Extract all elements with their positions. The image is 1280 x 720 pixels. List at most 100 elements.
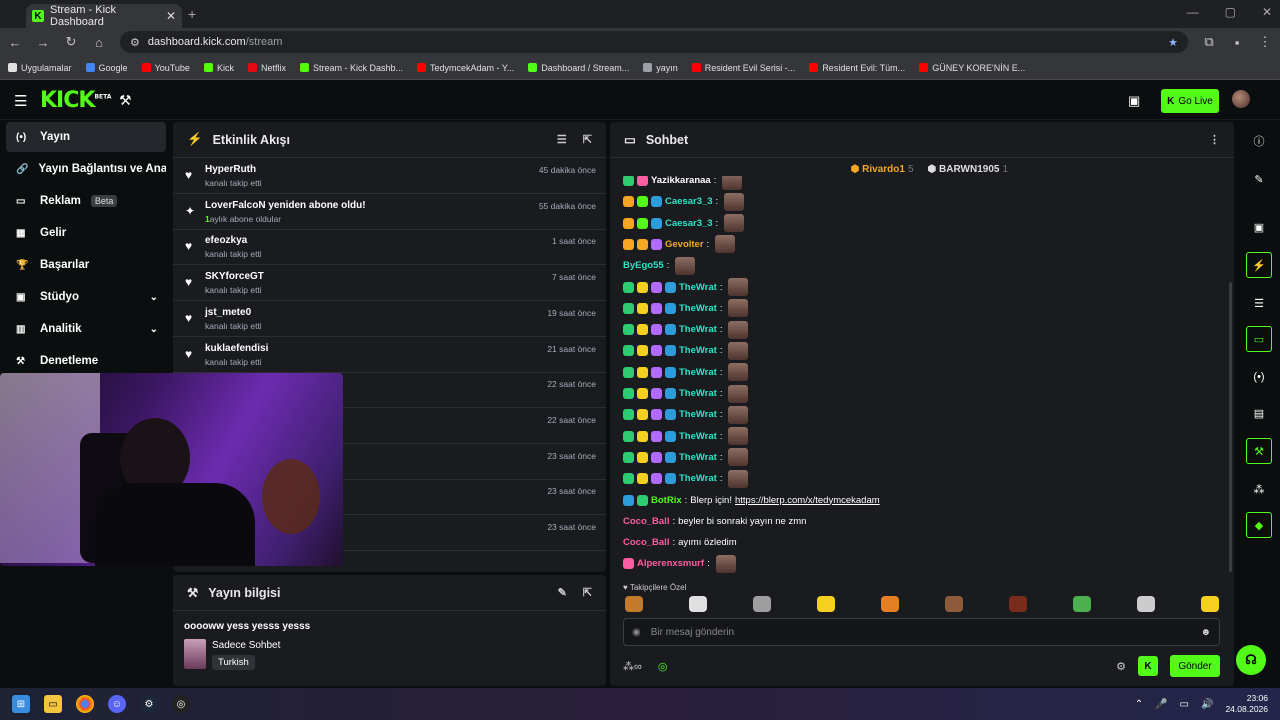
emote-button[interactable] xyxy=(625,596,643,612)
bookmark-item[interactable]: Netflix xyxy=(247,63,286,73)
activity-lightning-icon[interactable]: ⚡ xyxy=(1246,252,1272,278)
chat-username[interactable]: TheWrat xyxy=(679,345,717,356)
forward-icon[interactable]: → xyxy=(36,35,50,50)
chat-toggle-icon[interactable]: ▭ xyxy=(1246,326,1272,352)
go-live-button[interactable]: K Go Live xyxy=(1161,89,1219,113)
emote-button[interactable] xyxy=(1073,596,1091,612)
sidebar-item-analitik[interactable]: ▥ Analitik ⌄ xyxy=(6,314,166,344)
hamburger-menu-icon[interactable]: ☰ xyxy=(14,92,27,110)
discord-icon[interactable]: ☺ xyxy=(108,695,126,713)
tag-icon[interactable]: ◆ xyxy=(1246,512,1272,538)
chat-settings-icon[interactable]: ⚙ xyxy=(1116,660,1126,673)
avatar[interactable] xyxy=(1232,90,1250,108)
emote-button[interactable] xyxy=(753,596,771,612)
bookmark-item[interactable]: Resident Evil: Tüm... xyxy=(809,63,905,73)
bookmark-item[interactable]: Resident Evil Serisi -... xyxy=(691,63,795,73)
chat-link[interactable]: https://blerp.com/x/tedymcekadam xyxy=(735,495,880,506)
emote-button[interactable] xyxy=(1201,596,1219,612)
steam-icon[interactable]: ⚙ xyxy=(140,695,158,713)
filter-icon[interactable]: ☰ xyxy=(557,133,567,146)
chat-menu-icon[interactable]: ⋮ xyxy=(1209,133,1220,146)
green-circle-icon[interactable]: ◎ xyxy=(658,660,668,673)
volume-icon[interactable]: 🔊 xyxy=(1201,699,1213,710)
menu-icon[interactable]: ⋮ xyxy=(1258,34,1272,50)
chevron-down-icon[interactable]: ⌄ xyxy=(150,292,158,303)
emote-button[interactable] xyxy=(945,596,963,612)
kick-logo[interactable]: KICKBETA xyxy=(40,88,111,113)
close-window-icon[interactable]: ✕ xyxy=(1262,5,1272,19)
back-icon[interactable]: ← xyxy=(8,35,22,50)
sidebar-item-reklam[interactable]: ▭ Reklam Beta xyxy=(6,186,166,216)
broadcast-icon[interactable]: (•) xyxy=(1246,364,1272,390)
chat-username[interactable]: TheWrat xyxy=(679,388,717,399)
chat-input[interactable]: ◉ Bir mesaj gönderin ☻ xyxy=(623,618,1220,646)
reload-icon[interactable]: ↻ xyxy=(64,34,78,50)
chat-username[interactable]: TheWrat xyxy=(679,431,717,442)
wrench-icon[interactable]: ⚒ xyxy=(1246,438,1272,464)
chat-username[interactable]: TheWrat xyxy=(679,324,717,335)
chat-username[interactable]: TheWrat xyxy=(679,452,717,463)
sidebar-item-stüdyo[interactable]: ▣ Stüdyo ⌄ xyxy=(6,282,166,312)
chrome-icon[interactable] xyxy=(76,695,94,713)
clip-icon[interactable]: ▣ xyxy=(1246,214,1272,240)
help-icon[interactable]: ☊ xyxy=(1236,645,1266,675)
extensions-icon[interactable]: ⧉ xyxy=(1202,34,1216,50)
chat-username[interactable]: Alperenxsmurf xyxy=(637,558,704,569)
chat-username[interactable]: Caesar3_3 xyxy=(665,218,713,229)
chat-username[interactable]: BotRix xyxy=(651,495,682,506)
emote-button[interactable] xyxy=(1009,596,1027,612)
info-icon[interactable]: ⓘ xyxy=(1246,128,1272,154)
printer-icon[interactable]: ▤ xyxy=(1246,400,1272,426)
send-button[interactable]: Gönder xyxy=(1170,655,1220,677)
browser-tab[interactable]: K Stream - Kick Dashboard ✕ xyxy=(26,4,182,28)
chat-username[interactable]: TheWrat xyxy=(679,409,717,420)
edit-icon[interactable]: ✎ xyxy=(558,586,567,599)
close-tab-icon[interactable]: ✕ xyxy=(166,9,176,23)
popout-icon[interactable]: ⇱ xyxy=(583,133,592,146)
chat-username[interactable]: TheWrat xyxy=(679,367,717,378)
chat-username[interactable]: TheWrat xyxy=(679,473,717,484)
edit-icon[interactable]: ✎ xyxy=(1246,166,1272,192)
emote-button[interactable] xyxy=(689,596,707,612)
bookmark-star-icon[interactable]: ★ xyxy=(1168,36,1178,49)
chat-username[interactable]: Yazikkaranaa xyxy=(651,176,711,186)
list-icon[interactable]: ☰ xyxy=(1246,290,1272,316)
kick-emote-button[interactable]: K xyxy=(1138,656,1158,676)
popout-icon[interactable]: ⇱ xyxy=(583,586,592,599)
hammer-icon[interactable]: ⚒ xyxy=(119,92,132,109)
maximize-icon[interactable]: ▢ xyxy=(1225,5,1236,19)
bookmark-item[interactable]: Stream - Kick Dashb... xyxy=(299,63,403,73)
gifter-entry[interactable]: ⬢ Rivardo1 5 xyxy=(851,164,914,175)
sidebar-item-denetleme[interactable]: ⚒ Denetleme xyxy=(6,346,166,376)
chat-username[interactable]: ByEgo55 xyxy=(623,260,664,271)
emote-button[interactable] xyxy=(881,596,899,612)
microphone-icon[interactable]: 🎤 xyxy=(1155,699,1167,710)
chevron-down-icon[interactable]: ⌄ xyxy=(150,324,158,335)
obs-icon[interactable]: ◎ xyxy=(172,695,190,713)
chat-username[interactable]: Caesar3_3 xyxy=(665,196,713,207)
gifter-entry[interactable]: ⬢ BARWN1905 1 xyxy=(928,164,1008,175)
chat-username[interactable]: TheWrat xyxy=(679,303,717,314)
bookmark-item[interactable]: TedymcekAdam - Y... xyxy=(417,63,514,73)
sidebar-item-gelir[interactable]: ▦ Gelir xyxy=(6,218,166,248)
sidebar-item-başarılar[interactable]: 🏆 Başarılar xyxy=(6,250,166,280)
windows-start-icon[interactable]: ⊞ xyxy=(12,695,30,713)
home-icon[interactable]: ⌂ xyxy=(92,35,106,50)
chat-scrollbar[interactable] xyxy=(1229,282,1232,572)
new-tab-button[interactable]: + xyxy=(188,6,196,22)
chat-username[interactable]: Coco_Ball xyxy=(623,537,669,548)
kicks-icon[interactable]: ⁂∞ xyxy=(623,660,642,673)
bookmark-item[interactable]: Uygulamalar xyxy=(8,63,72,73)
tray-up-icon[interactable]: ⌃ xyxy=(1135,699,1143,710)
bookmark-item[interactable]: yayın xyxy=(643,63,678,73)
bookmark-item[interactable]: GÜNEY KORE'NİN E... xyxy=(919,63,1025,73)
site-info-icon[interactable]: ⚙ xyxy=(130,36,140,49)
bookmark-item[interactable]: Google xyxy=(85,63,128,73)
profile-icon[interactable]: ▪ xyxy=(1230,35,1244,50)
emoji-picker-icon[interactable]: ☻ xyxy=(1200,627,1211,638)
display-icon[interactable]: ▭ xyxy=(1180,699,1189,710)
sidebar-item-yayın[interactable]: 🔗 Yayın Bağlantısı ve Anahtarı xyxy=(6,154,166,184)
bookmark-item[interactable]: Dashboard / Stream... xyxy=(528,63,629,73)
emote-button[interactable] xyxy=(1137,596,1155,612)
url-input[interactable]: ⚙ dashboard.kick.com/stream ★ xyxy=(120,31,1188,53)
